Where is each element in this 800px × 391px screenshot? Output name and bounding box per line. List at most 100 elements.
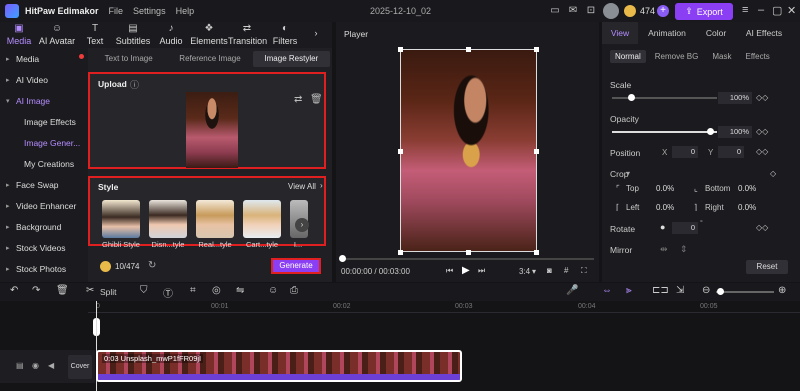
tab-text-to-image[interactable]: Text to Image <box>90 51 167 67</box>
style-thumb-cartoon[interactable] <box>243 200 281 238</box>
screenshot-icon[interactable]: ⎙ <box>290 285 298 296</box>
aspect-ratio-select[interactable]: 3:4 <box>519 267 530 276</box>
resize-handle[interactable] <box>466 47 471 52</box>
sidebar-item-ai-video[interactable]: ▸ AI Video <box>0 69 88 90</box>
playback-progress[interactable] <box>342 258 594 260</box>
reset-button[interactable]: Reset <box>746 260 788 274</box>
snap-icon[interactable]: ⊏⊐ <box>652 285 669 296</box>
speed-icon[interactable]: ◎ <box>212 285 221 296</box>
tab-reference-image[interactable]: Reference Image <box>171 51 248 67</box>
resize-handle[interactable] <box>398 250 403 255</box>
style-thumb-realistic[interactable] <box>196 200 234 238</box>
cover-button[interactable]: Cover <box>68 355 92 379</box>
next-frame-icon[interactable]: ⏭ <box>478 266 485 276</box>
undo-icon[interactable]: ↶ <box>10 285 18 296</box>
tab-image-restyler[interactable]: Image Restyler <box>252 51 330 67</box>
prev-frame-icon[interactable]: ⏮ <box>446 266 453 276</box>
opacity-value[interactable]: 100% <box>718 126 752 138</box>
styles-next-icon[interactable]: › <box>295 218 309 232</box>
sidebar-item-face-swap[interactable]: ▸ Face Swap <box>0 174 88 195</box>
resize-handle[interactable] <box>398 47 403 52</box>
pos-y-input[interactable]: 0 <box>718 146 744 158</box>
tab-filters[interactable]: ◐ Filters <box>266 22 304 48</box>
maximize-icon[interactable]: ▢ <box>772 4 782 17</box>
keyframe-icon[interactable]: ◇◇ <box>756 127 768 136</box>
video-clip[interactable]: 0:03 Unsplash_mwP1fFR09jI <box>96 350 462 382</box>
microphone-icon[interactable]: 🎤 <box>566 285 578 296</box>
fullscreen-icon[interactable]: ⛶ <box>581 266 587 276</box>
playback-knob[interactable] <box>339 255 346 262</box>
sidebar-item-my-creations[interactable]: My Creations <box>0 153 88 174</box>
marker-icon[interactable]: ⛉ <box>140 285 148 296</box>
tab-ai-effects[interactable]: AI Effects <box>736 22 792 44</box>
avatar[interactable] <box>603 3 619 19</box>
menu-file[interactable]: File <box>109 6 124 16</box>
view-all-link[interactable]: View All <box>288 182 316 191</box>
split-icon[interactable]: ✂ <box>86 285 94 296</box>
tab-elements[interactable]: ❖ Elements <box>190 22 228 48</box>
opacity-slider[interactable] <box>612 131 717 133</box>
play-icon[interactable]: ▶ <box>462 265 470 276</box>
gift-icon[interactable]: ⊡ <box>584 4 598 18</box>
crop-tool-icon[interactable]: ⌗ <box>190 285 196 296</box>
keyframe-icon[interactable]: ◇◇ <box>756 223 768 232</box>
replace-icon[interactable]: ⇄ <box>294 94 302 105</box>
tab-ai-avatar[interactable]: ☺ AI Avatar <box>38 22 76 48</box>
close-icon[interactable]: ✕ <box>787 4 796 17</box>
sidebar-item-ai-image[interactable]: ▾ AI Image <box>0 90 88 111</box>
zoom-in-icon[interactable]: ⊕ <box>778 285 786 296</box>
add-coins-button[interactable]: + <box>657 5 669 17</box>
tab-view[interactable]: View <box>602 22 638 44</box>
keyframe-icon[interactable]: ◇◇ <box>756 147 768 156</box>
chevron-down-icon[interactable]: ▾ <box>626 169 630 178</box>
sidebar-item-stock-photos[interactable]: ▸ Stock Photos <box>0 258 88 279</box>
menu-icon[interactable]: ≡ <box>742 4 748 16</box>
scale-knob[interactable] <box>628 94 635 101</box>
generate-button[interactable]: Generate <box>271 258 321 274</box>
tab-text[interactable]: T Text <box>76 22 114 48</box>
grid-icon[interactable]: # <box>564 266 568 275</box>
crop-bottom-value[interactable]: 0.0% <box>738 184 756 193</box>
sidebar-item-media[interactable]: ▸ Media <box>0 48 88 69</box>
tab-color[interactable]: Color <box>696 22 736 44</box>
text-tool-icon[interactable]: Ⓣ <box>163 285 173 300</box>
tab-audio[interactable]: ♪ Audio <box>152 22 190 48</box>
face-icon[interactable]: ☺ <box>268 285 278 296</box>
sidebar-item-background[interactable]: ▸ Background <box>0 216 88 237</box>
monitor-icon[interactable]: ▭ <box>548 4 562 18</box>
link-icon[interactable]: ⇔ <box>602 285 612 296</box>
export-button[interactable]: ⇪ Export <box>675 3 733 20</box>
delete-icon[interactable]: 🗑 <box>56 285 69 296</box>
mirror-horizontal-icon[interactable]: ⇹ <box>660 244 668 255</box>
crop-top-value[interactable]: 0.0% <box>656 184 674 193</box>
info-icon[interactable]: ⓘ <box>130 78 139 91</box>
crop-right-value[interactable]: 0.0% <box>738 203 756 212</box>
snapshot-icon[interactable]: ◙ <box>547 266 552 275</box>
menu-help[interactable]: Help <box>176 6 195 16</box>
audio-icon[interactable]: ◀ <box>48 361 54 370</box>
redo-icon[interactable]: ↷ <box>32 285 40 296</box>
mirror-vertical-icon[interactable]: ⇕ <box>680 244 688 255</box>
tab-transition[interactable]: ⇄ Transition <box>228 22 267 48</box>
reset-crop-icon[interactable]: ◇ <box>770 169 776 178</box>
magnet-icon[interactable]: ⫸ <box>626 285 632 296</box>
sidebar-item-video-enhancer[interactable]: ▸ Video Enhancer <box>0 195 88 216</box>
resize-handle[interactable] <box>534 149 539 154</box>
refresh-icon[interactable]: ↻ <box>148 260 156 271</box>
style-thumb-disney[interactable] <box>149 200 187 238</box>
tab-animation[interactable]: Animation <box>638 22 696 44</box>
fit-icon[interactable]: ⇲ <box>676 285 684 296</box>
opacity-knob[interactable] <box>707 128 714 135</box>
pos-x-input[interactable]: 0 <box>672 146 698 158</box>
resize-handle[interactable] <box>534 250 539 255</box>
tab-media[interactable]: ▣ Media <box>0 22 38 48</box>
resize-handle[interactable] <box>466 250 471 255</box>
menu-settings[interactable]: Settings <box>133 6 166 16</box>
visibility-icon[interactable]: ◉ <box>32 361 39 370</box>
rotate-dial-icon[interactable]: ● <box>660 222 665 232</box>
subtab-mask[interactable]: Mask <box>707 50 736 63</box>
upload-area[interactable]: Upload ⓘ ⇄ 🗑 <box>88 72 326 169</box>
notification-icon[interactable]: ✉ <box>566 4 580 18</box>
scale-value[interactable]: 100% <box>718 92 752 104</box>
video-preview[interactable] <box>400 49 537 252</box>
